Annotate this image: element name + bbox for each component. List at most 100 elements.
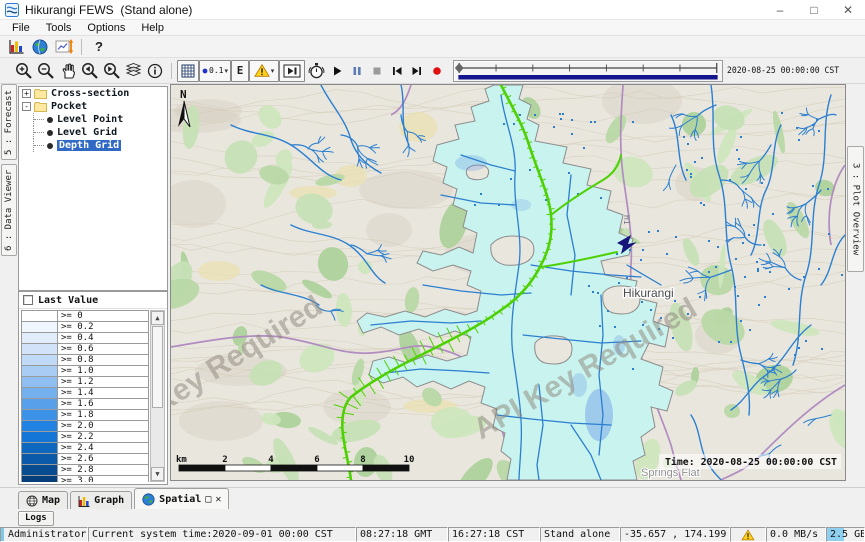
zoom-next-button[interactable] <box>100 60 122 82</box>
tab-restore-icon[interactable]: □ <box>205 494 211 505</box>
sidebar-tab-plot-overview[interactable]: 3 : Plot Overview <box>847 146 864 272</box>
info-button[interactable] <box>144 60 166 82</box>
menu-help[interactable]: Help <box>133 20 172 36</box>
last-value-checkbox[interactable] <box>23 295 33 305</box>
tree-item-label: Level Point <box>57 114 123 125</box>
last-frame-button[interactable] <box>407 60 427 82</box>
time-overlay-label: Time: 2020-08-25 00:00:00 CST <box>665 456 837 468</box>
pan-button[interactable] <box>56 60 78 82</box>
timeseries-button[interactable] <box>52 37 76 57</box>
legend-title: Last Value <box>38 295 98 306</box>
collapse-icon[interactable]: - <box>22 102 31 111</box>
expand-icon[interactable]: + <box>22 89 31 98</box>
map-display-button[interactable] <box>28 37 52 57</box>
tree-item-label: Pocket <box>51 101 87 112</box>
info-icon <box>146 62 164 80</box>
menu-tools[interactable]: Tools <box>38 20 80 36</box>
timeline-thumb[interactable] <box>455 63 464 73</box>
status-system-time: Current system time:2020-09-01 00:00 CST <box>88 527 356 542</box>
animation-button[interactable] <box>279 60 305 82</box>
tree-item-depth-grid-selected[interactable]: Depth Grid <box>19 139 167 152</box>
tab-map[interactable]: Map <box>18 491 68 509</box>
zoom-in-button[interactable] <box>12 60 34 82</box>
grid-display-button[interactable] <box>177 60 199 82</box>
labels-icon: E <box>237 64 244 77</box>
labels-toggle-button[interactable]: E <box>231 60 249 82</box>
map-toolbar: 0.1 ▾ E ▾ <box>0 58 865 84</box>
menu-options[interactable]: Options <box>79 20 133 36</box>
legend-row: >= 2.8 <box>21 464 149 475</box>
pan-hand-icon <box>58 61 77 80</box>
status-local-time: 16:27:18 CST <box>448 527 540 542</box>
scroll-track[interactable] <box>151 325 164 467</box>
scroll-up-icon[interactable]: ▲ <box>151 311 164 325</box>
town-label: Hikurangi <box>623 286 674 300</box>
status-user: Administrator <box>0 527 88 542</box>
timeseries-chart-icon <box>55 38 74 55</box>
scale-tick: 10 <box>404 455 415 465</box>
layers-button[interactable] <box>122 60 144 82</box>
scale-unit: km <box>176 455 187 465</box>
tab-graph-label: Graph <box>94 495 124 506</box>
right-tab-strip: 3 : Plot Overview <box>846 142 865 432</box>
tree-item-pocket[interactable]: - Pocket <box>19 100 167 113</box>
thresholds-dropdown[interactable]: ▾ <box>249 60 279 82</box>
zoom-in-icon <box>14 61 33 80</box>
zoom-previous-button[interactable] <box>78 60 100 82</box>
legend-row: >= 1.0 <box>21 365 149 376</box>
status-bar: Administrator Current system time:2020-0… <box>0 527 865 542</box>
menu-file[interactable]: File <box>4 20 38 36</box>
legend-rows: >= 0>= 0.2>= 0.4>= 0.6>= 0.8>= 1.0>= 1.2… <box>21 310 149 482</box>
tree-item-label: Cross-section <box>51 88 129 99</box>
tree-item-level-grid[interactable]: Level Grid <box>19 126 167 139</box>
scroll-thumb[interactable] <box>152 326 163 408</box>
tab-spatial-active[interactable]: Spatial □ ✕ <box>134 488 229 509</box>
animation-icon <box>283 64 301 78</box>
pause-button[interactable] <box>347 60 367 82</box>
legend-row: >= 1.6 <box>21 398 149 409</box>
scale-tick: 8 <box>360 455 365 465</box>
north-label: N <box>180 88 187 101</box>
help-button[interactable]: ? <box>87 37 111 57</box>
time-overlay: Time: 2020-08-25 00:00:00 CST <box>659 454 841 469</box>
play-button[interactable] <box>327 60 347 82</box>
sidebar-tab-data-viewer[interactable]: 6 : Data Viewer <box>1 164 17 256</box>
minimize-button[interactable]: – <box>763 0 797 20</box>
legend-scrollbar[interactable]: ▲ ▼ <box>150 310 165 482</box>
scroll-down-icon[interactable]: ▼ <box>151 467 164 481</box>
status-download-rate: 0.0 MB/s <box>766 527 826 542</box>
tab-map-label: Map <box>42 495 60 506</box>
layers-icon <box>124 61 143 80</box>
movie-timer-button[interactable] <box>305 60 327 82</box>
legend-row: >= 1.4 <box>21 387 149 398</box>
legend-row: >= 0.8 <box>21 354 149 365</box>
scale-tick: 6 <box>314 455 319 465</box>
status-warning[interactable] <box>730 527 766 542</box>
stop-button[interactable] <box>367 60 387 82</box>
title-bar: Hikurangi FEWS (Stand alone) – □ ✕ <box>0 0 865 20</box>
node-bullet-icon <box>47 130 53 136</box>
tree-item-label: Depth Grid <box>57 140 121 151</box>
scale-value: 0.1 <box>209 66 223 75</box>
zoom-out-button[interactable] <box>34 60 56 82</box>
sidebar-tab-forecast[interactable]: 5 : Forecast <box>1 84 17 160</box>
logs-button[interactable]: Logs <box>18 511 54 526</box>
map-canvas[interactable]: H1 API Key Required API Key Required Hik… <box>170 84 846 481</box>
zoom-out-icon <box>36 61 55 80</box>
database-button[interactable] <box>4 37 28 57</box>
legend-row: >= 0 <box>21 310 149 321</box>
tab-close-icon[interactable]: ✕ <box>215 494 221 505</box>
tab-graph[interactable]: Graph <box>70 491 132 509</box>
classbreak-scale-dropdown[interactable]: 0.1 ▾ <box>199 60 231 82</box>
tree-item-level-point[interactable]: Level Point <box>19 113 167 126</box>
tree-item-cross-section[interactable]: + Cross-section <box>19 87 167 100</box>
timeline-slider[interactable] <box>453 60 723 82</box>
play-icon <box>330 64 344 78</box>
first-frame-button[interactable] <box>387 60 407 82</box>
memory-label: 2.5 GB <box>830 529 865 540</box>
skip-start-icon <box>390 64 404 78</box>
folder-open-icon <box>34 102 47 112</box>
maximize-button[interactable]: □ <box>797 0 831 20</box>
record-button[interactable] <box>427 60 447 82</box>
close-button[interactable]: ✕ <box>831 0 865 20</box>
